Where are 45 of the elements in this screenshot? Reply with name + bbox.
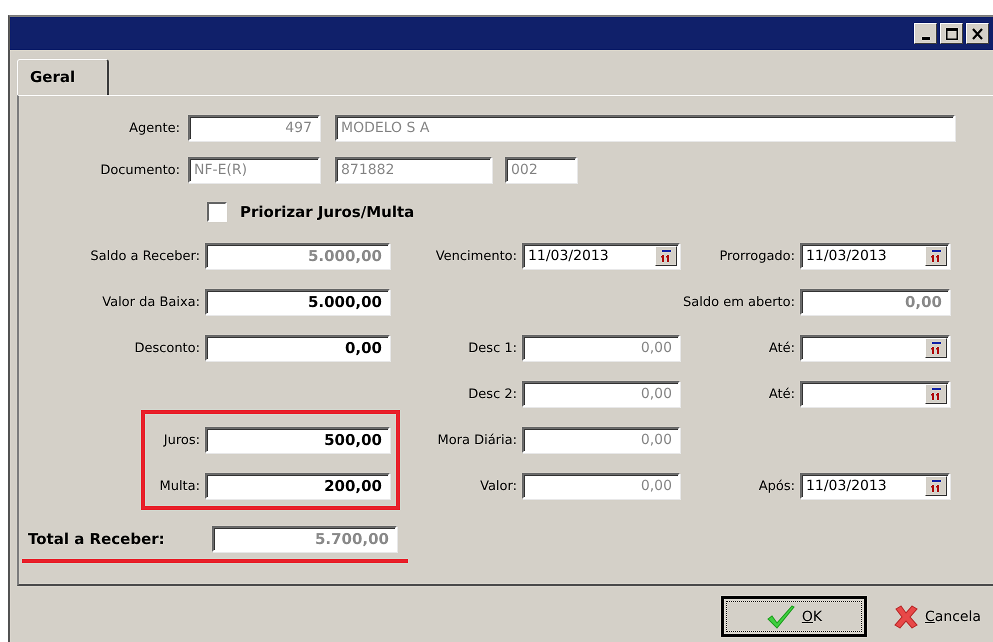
field-label: Mora Diária: [437,432,517,448]
input-field[interactable] [800,335,950,361]
input-field[interactable] [800,381,950,407]
input-field[interactable]: 11/03/2013 [800,473,950,499]
calendar-button[interactable] [925,338,947,358]
maximize-icon [946,28,958,40]
input-field[interactable]: 5.000,00 [205,289,390,315]
input-field[interactable]: 500,00 [205,427,390,453]
field-label: Até: [768,340,795,356]
calendar-button[interactable] [925,384,947,404]
close-button[interactable] [966,23,989,44]
input-field[interactable]: 11/03/2013 [522,243,680,269]
input-field[interactable]: 0,00 [205,335,390,361]
field-label: Após: [758,478,795,494]
field-label: Saldo a Receber: [90,248,200,264]
tab[interactable]: Geral [17,59,109,96]
field-label: Juros: [164,432,200,448]
input-field[interactable]: 200,00 [205,473,390,499]
field-label: Documento: [99,162,181,178]
input-field[interactable]: 11/03/2013 [800,243,950,269]
field-label: Valor da Baixa: [102,294,200,310]
field-label: Valor: [480,478,517,494]
checkbox[interactable] [207,202,227,222]
minimize-icon [922,37,930,40]
field-label: Saldo em aberto: [683,294,795,310]
total-label: Total a Receber: [28,530,165,548]
field-label: Desconto: [134,340,200,356]
field-label: Até: [768,386,795,402]
ok-button[interactable]: OK [720,596,867,637]
field-label: Prorrogado: [719,248,795,264]
field-label: Vencimento: [436,248,517,264]
field-label: Desc 1: [468,340,517,356]
calendar-button[interactable] [925,246,947,266]
field-label: Agente: [128,120,181,136]
close-icon [972,28,983,40]
minimize-button[interactable] [914,23,937,44]
cross-icon [892,604,919,630]
checkbox-label[interactable]: Priorizar Juros/Multa [240,203,414,221]
calendar-button[interactable] [655,246,677,266]
field-label: Multa: [159,478,200,494]
calendar-button[interactable] [925,476,947,496]
checkmark-icon [766,604,796,630]
cancel-button[interactable]: Cancela [884,596,989,637]
field-label: Desc 2: [468,386,517,402]
maximize-button[interactable] [940,23,963,44]
